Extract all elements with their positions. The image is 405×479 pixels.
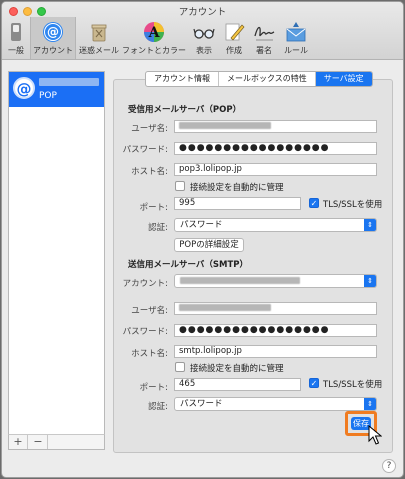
pop-auto-manage-checkbox[interactable] [175,181,185,191]
toolbar-rules[interactable]: ルール [281,17,311,59]
smtp-port-field[interactable]: 465 [174,378,301,391]
account-name-redacted [39,78,99,86]
at-sign-icon: @ [13,77,35,99]
toolbar-general-label: 一般 [8,46,24,55]
pencil-icon [225,23,245,41]
toolbar-junk[interactable]: 迷惑メール [78,17,120,59]
svg-text:A: A [148,25,161,41]
pop-auth-select[interactable]: パスワード ⇕ [174,218,377,232]
toolbar-signatures[interactable]: 署名 [250,17,278,59]
smtp-account-value-redacted [180,277,300,284]
tab-account-info[interactable]: アカウント情報 [146,72,219,86]
pop-advanced-button[interactable]: POPの詳細設定 [174,238,244,252]
smtp-password-label: パスワード: [122,327,168,337]
pop-password-label: パスワード: [122,145,168,155]
smtp-username-field[interactable] [174,302,377,315]
smtp-host-label: ホスト名: [131,349,168,359]
smtp-heading: 送信用メールサーバ（SMTP） [128,260,249,270]
general-switch-icon [11,23,21,41]
smtp-tls-label: TLS/SSLを使用 [323,380,383,390]
pop-host-field[interactable]: pop3.lolipop.jp [174,163,377,176]
pop-port-label: ポート: [139,203,168,213]
toolbar-composing[interactable]: 作成 [220,17,248,59]
pop-port-field[interactable]: 995 [174,197,301,210]
smtp-auto-manage-label: 接続設定を自動的に管理 [190,364,284,374]
pop-username-field[interactable] [174,120,377,133]
account-list-item[interactable]: @ POP [9,72,104,107]
toolbar-accounts-label: アカウント [33,46,73,55]
smtp-auto-manage-checkbox[interactable] [175,362,185,372]
smtp-password-field[interactable]: ●●●●●●●●●●●●●●●●● [174,324,377,337]
settings-tabs: アカウント情報 メールボックスの特性 サーバ設定 [145,71,373,87]
toolbar-general[interactable]: 一般 [2,17,30,59]
smtp-port-label: ポート: [139,383,168,393]
pop-auth-label: 認証: [148,223,168,233]
smtp-account-label: アカウント: [122,279,168,289]
toolbar-fonts-colors[interactable]: A フォントとカラー [122,17,186,59]
smtp-host-field[interactable]: smtp.lolipop.jp [174,345,377,358]
tab-mailbox-behaviors[interactable]: メールボックスの特性 [219,72,316,86]
at-sign-icon: @ [43,22,63,42]
remove-account-button[interactable]: − [29,435,48,449]
pop-password-field[interactable]: ●●●●●●●●●●●●●●●●● [174,142,377,155]
toolbar-fonts-colors-label: フォントとカラー [122,46,186,55]
title-bar: アカウント 一般 @ アカウント 迷惑メール A フォントとカラー 表示 作成 [2,2,403,60]
smtp-auth-label: 認証: [148,402,168,412]
pop-tls-label: TLS/SSLを使用 [323,200,383,210]
help-button[interactable]: ? [382,459,396,473]
rules-envelope-icon [286,22,306,42]
smtp-auth-select[interactable]: パスワード ⇕ [174,397,377,411]
pop-tls-checkbox[interactable]: ✓ [309,198,319,208]
svg-text:@: @ [47,25,59,39]
toolbar-junk-label: 迷惑メール [79,46,119,55]
signature-icon [254,26,275,41]
smtp-username-label: ユーザ名: [131,306,168,316]
toolbar-composing-label: 作成 [226,46,242,55]
pop-host-label: ホスト名: [131,167,168,177]
pop-auto-manage-label: 接続設定を自動的に管理 [190,183,284,193]
toolbar-viewing-label: 表示 [196,46,212,55]
add-account-button[interactable]: + [9,435,28,449]
pop-username-label: ユーザ名: [131,124,168,134]
pop-heading: 受信用メールサーバ（POP） [128,105,242,115]
account-list-footer: + − [8,434,105,450]
chevron-updown-icon: ⇕ [364,219,376,231]
fonts-colors-icon: A [144,22,164,42]
junk-trash-icon [91,24,107,42]
toolbar-signatures-label: 署名 [256,46,272,55]
mouse-cursor-icon [368,425,382,445]
chevron-updown-icon: ⇕ [364,398,376,410]
toolbar-accounts[interactable]: @ アカウント [30,17,76,59]
toolbar-viewing[interactable]: 表示 [190,17,218,59]
smtp-account-select[interactable]: ⇕ [174,274,377,288]
pop-auth-value: パスワード [180,220,223,230]
glasses-icon [193,28,215,39]
tab-server-settings[interactable]: サーバ設定 [315,72,372,86]
chevron-updown-icon: ⇕ [364,275,376,287]
smtp-auth-value: パスワード [180,399,223,409]
account-type: POP [39,91,57,101]
smtp-tls-checkbox[interactable]: ✓ [309,378,319,388]
toolbar-rules-label: ルール [284,46,308,55]
window-title: アカウント [178,7,227,18]
